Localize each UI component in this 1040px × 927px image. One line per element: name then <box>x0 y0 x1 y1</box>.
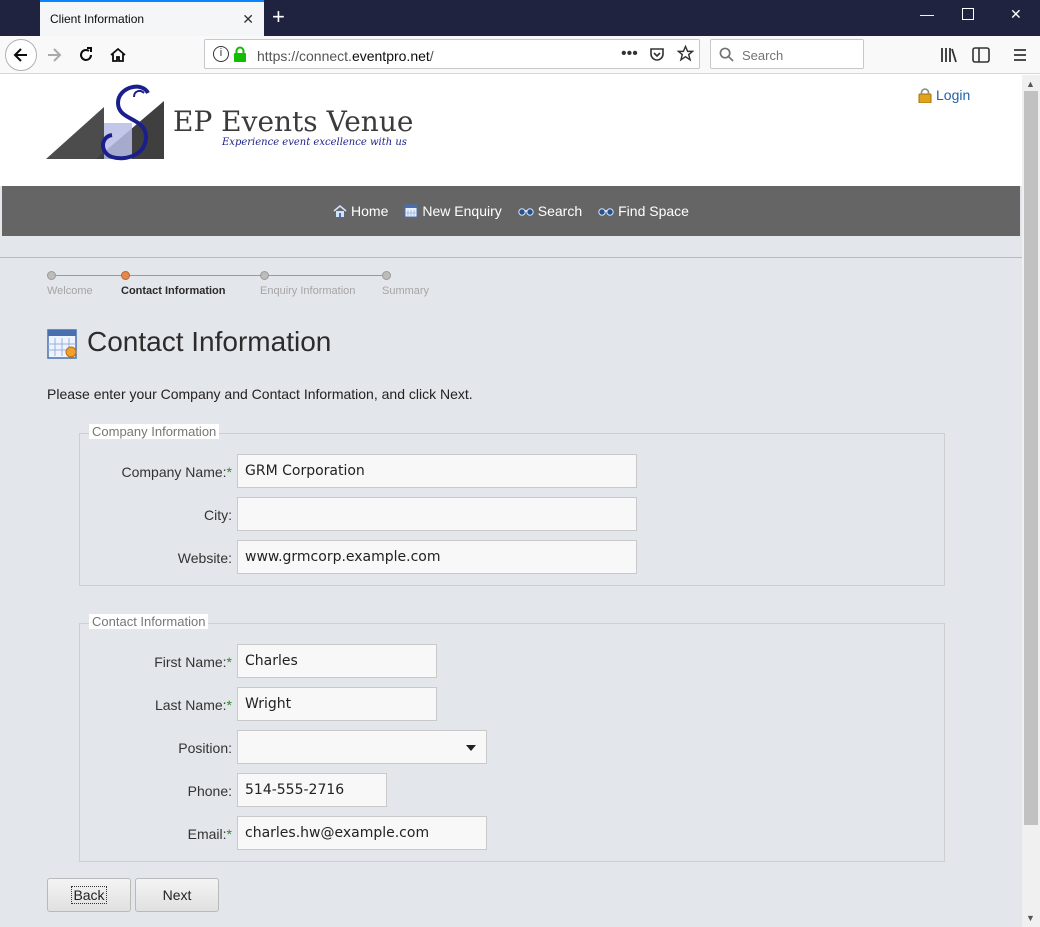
wizard-step-summary: Summary <box>382 285 430 297</box>
site-title: EP Events Venue <box>173 105 414 138</box>
forward-arrow-icon[interactable] <box>40 41 68 69</box>
calendar-icon <box>404 204 418 218</box>
scroll-up-icon[interactable]: ▲ <box>1026 79 1035 89</box>
back-button[interactable]: Back <box>47 878 131 912</box>
company-information-legend: Company Information <box>89 424 220 439</box>
page-title: Contact Information <box>87 326 332 357</box>
page-scrollbar[interactable]: ▲ ▼ <box>1022 75 1040 927</box>
menu-item-label: Home <box>351 203 389 219</box>
wizard-step-dot-active <box>121 271 130 280</box>
bookmark-star-icon[interactable] <box>677 45 694 62</box>
main-menu: Home New Enquiry Search Find Space <box>2 186 1020 236</box>
browser-toolbar: i https://connect.eventpro.net/ ••• Sear… <box>0 36 1040 74</box>
city-label: City: <box>204 507 232 523</box>
login-link[interactable]: Login <box>918 87 970 103</box>
back-arrow-icon[interactable] <box>5 39 37 71</box>
wizard-step-dot <box>382 271 391 280</box>
maximize-icon[interactable] <box>962 8 974 20</box>
window-close-icon[interactable]: ✕ <box>1010 6 1022 23</box>
pocket-icon[interactable] <box>649 46 665 62</box>
address-bar[interactable]: i https://connect.eventpro.net/ ••• <box>204 39 700 69</box>
search-icon <box>719 47 734 62</box>
venue-logo-icon <box>46 84 164 161</box>
binoculars-icon <box>518 208 534 216</box>
position-dropdown[interactable] <box>237 730 487 764</box>
sidebar-icon[interactable] <box>972 47 990 63</box>
lock-icon <box>234 46 246 62</box>
wizard-step-enquiry-information: Enquiry Information <box>260 285 356 297</box>
page-actions-icon[interactable]: ••• <box>621 45 638 63</box>
hamburger-menu-icon[interactable] <box>1012 47 1028 63</box>
info-icon[interactable]: i <box>213 46 229 62</box>
menu-item-new-enquiry[interactable]: New Enquiry <box>404 203 502 219</box>
phone-input[interactable] <box>237 773 387 807</box>
last-name-label: Last Name:* <box>154 697 232 713</box>
search-placeholder: Search <box>742 48 784 63</box>
home-icon <box>333 204 347 217</box>
site-tagline: Experience event excellence with us <box>222 137 407 148</box>
wizard-step-dot <box>260 271 269 280</box>
url-text: https://connect.eventpro.net/ <box>257 48 434 64</box>
company-name-input[interactable] <box>237 454 637 488</box>
menu-item-search[interactable]: Search <box>518 203 582 219</box>
first-name-label: First Name:* <box>154 654 232 670</box>
minimize-icon[interactable]: — <box>920 6 934 22</box>
contact-information-legend: Contact Information <box>89 614 209 629</box>
email-input[interactable] <box>237 816 487 850</box>
position-label: Position: <box>178 740 232 756</box>
browser-search-input[interactable]: Search <box>710 39 864 69</box>
padlock-icon <box>918 87 932 103</box>
next-button[interactable]: Next <box>135 878 219 912</box>
menu-item-label: Find Space <box>618 203 689 219</box>
contact-information-group: Contact Information First Name:* Last Na… <box>79 614 945 862</box>
divider <box>0 257 1022 258</box>
wizard-step-welcome: Welcome <box>47 285 93 297</box>
wizard-step-contact-information: Contact Information <box>121 285 226 297</box>
new-tab-icon[interactable]: + <box>272 6 285 28</box>
browser-tab[interactable]: Client Information ✕ <box>40 0 264 36</box>
phone-label: Phone: <box>187 783 232 799</box>
scroll-down-icon[interactable]: ▼ <box>1026 913 1035 923</box>
wizard-step-dot <box>47 271 56 280</box>
city-input[interactable] <box>237 497 637 531</box>
page-content: EP Events Venue Experience event excelle… <box>0 75 1022 927</box>
next-button-label: Next <box>162 887 192 903</box>
menu-item-find-space[interactable]: Find Space <box>598 203 689 219</box>
contact-calendar-icon <box>47 329 77 359</box>
reload-icon[interactable] <box>72 41 100 69</box>
company-name-label: Company Name:* <box>121 464 233 480</box>
intro-text: Please enter your Company and Contact In… <box>47 386 473 402</box>
back-button-label: Back <box>71 886 107 904</box>
browser-tab-strip: Client Information ✕ + — ✕ <box>0 0 1040 36</box>
wizard-progress: Welcome Contact Information Enquiry Info… <box>46 271 446 301</box>
home-icon[interactable] <box>104 41 132 69</box>
first-name-input[interactable] <box>237 644 437 678</box>
last-name-input[interactable] <box>237 687 437 721</box>
login-label: Login <box>936 87 971 103</box>
tab-title: Client Information <box>50 12 145 26</box>
scroll-thumb[interactable] <box>1024 91 1038 825</box>
binoculars-icon <box>598 208 614 216</box>
library-icon[interactable] <box>940 47 958 63</box>
menu-item-home[interactable]: Home <box>333 203 388 219</box>
menu-item-label: New Enquiry <box>422 203 502 219</box>
tab-close-icon[interactable]: ✕ <box>242 11 254 28</box>
menu-item-label: Search <box>537 203 583 219</box>
website-input[interactable] <box>237 540 637 574</box>
email-label: Email:* <box>187 826 232 842</box>
wizard-line <box>52 275 388 276</box>
website-label: Website: <box>177 550 232 566</box>
chevron-down-icon <box>466 745 476 751</box>
site-header: EP Events Venue Experience event excelle… <box>0 75 1022 186</box>
company-information-group: Company Information Company Name:* City:… <box>79 424 945 586</box>
